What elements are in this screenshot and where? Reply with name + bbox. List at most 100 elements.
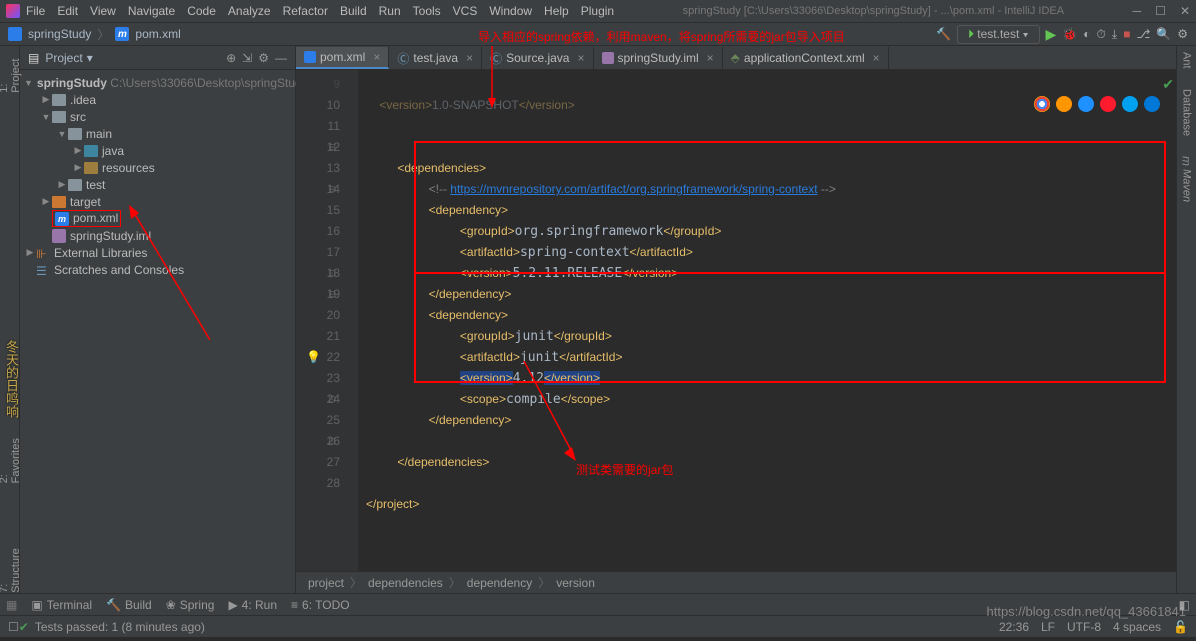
- crumb-deps[interactable]: dependencies: [368, 576, 443, 590]
- vertical-caption: 冬天的日鸣响: [2, 340, 21, 418]
- debug-button[interactable]: 🐞: [1062, 27, 1077, 41]
- sidebar-gear-icon[interactable]: ⚙: [258, 51, 269, 65]
- run-config-selector[interactable]: ⏵ test.test ▾: [957, 25, 1040, 44]
- browser-icons: [1034, 96, 1160, 112]
- opera-icon[interactable]: [1100, 96, 1116, 112]
- tab-source[interactable]: ⒸSource.java×: [482, 47, 593, 69]
- breadcrumb-project[interactable]: springStudy: [28, 27, 91, 41]
- profile-icon[interactable]: ⏱: [1097, 27, 1106, 42]
- tree-idea[interactable]: ▶.idea: [20, 91, 295, 108]
- coverage-icon[interactable]: ◐: [1083, 27, 1090, 41]
- editor-tabs: pom.xml× Ⓒtest.java× ⒸSource.java× sprin…: [296, 46, 1176, 70]
- annotation-box-2: [414, 272, 1166, 383]
- tree-root[interactable]: ▼springStudy C:\Users\33066\Desktop\spri…: [20, 74, 295, 91]
- editor-area: pom.xml× Ⓒtest.java× ⒸSource.java× sprin…: [296, 46, 1176, 593]
- tree-src[interactable]: ▼src: [20, 108, 295, 125]
- menu-analyze[interactable]: Analyze: [228, 4, 271, 18]
- right-tab-maven[interactable]: m Maven: [1180, 156, 1194, 202]
- left-tab-project[interactable]: 1: Project: [0, 52, 22, 93]
- tab-spring[interactable]: ❀ Spring: [166, 598, 215, 612]
- tab-appctx[interactable]: ⬘applicationContext.xml×: [723, 47, 889, 69]
- intention-bulb-icon[interactable]: 💡: [306, 347, 321, 368]
- caret-position[interactable]: 22:36: [999, 620, 1029, 634]
- code-content[interactable]: <version>1.0-SNAPSHOT</version> <depende…: [358, 70, 1176, 571]
- tree-pom[interactable]: mpom.xml: [20, 210, 295, 227]
- window-title: springStudy [C:\Users\33066\Desktop\spri…: [614, 5, 1133, 17]
- menu-tools[interactable]: Tools: [413, 4, 441, 18]
- firefox-icon[interactable]: [1056, 96, 1072, 112]
- tree-resources[interactable]: ▶resources: [20, 159, 295, 176]
- sidebar-hide-icon[interactable]: —: [275, 51, 287, 65]
- menu-view[interactable]: View: [90, 4, 116, 18]
- status-message: Tests passed: 1 (8 minutes ago): [35, 620, 205, 634]
- crumb-project[interactable]: project: [308, 576, 344, 590]
- right-tab-ant[interactable]: Ant: [1181, 52, 1193, 69]
- sidebar-view-selector[interactable]: Project ▾: [45, 51, 92, 65]
- project-icon: [8, 27, 22, 41]
- tests-ok-icon: ✔: [19, 620, 29, 634]
- attach-icon[interactable]: ⤓: [1112, 27, 1117, 42]
- hammer-icon[interactable]: 🔨: [936, 27, 951, 41]
- tree-java[interactable]: ▶java: [20, 142, 295, 159]
- tab-pom[interactable]: pom.xml×: [296, 47, 389, 69]
- tree-iml[interactable]: springStudy.iml: [20, 227, 295, 244]
- chrome-icon[interactable]: [1034, 96, 1050, 112]
- menu-plugin[interactable]: Plugin: [581, 4, 614, 18]
- menu-edit[interactable]: Edit: [57, 4, 78, 18]
- tab-terminal[interactable]: ▣ Terminal: [31, 598, 92, 612]
- indent-info[interactable]: 4 spaces: [1113, 620, 1161, 634]
- minimize-icon[interactable]: ─: [1133, 4, 1142, 18]
- bottom-tool-tabs: ▦ ▣ Terminal 🔨 Build ❀ Spring ▶ 4: Run ≡…: [0, 593, 1196, 615]
- menu-window[interactable]: Window: [489, 4, 532, 18]
- edge-icon[interactable]: [1144, 96, 1160, 112]
- tab-test[interactable]: Ⓒtest.java×: [389, 47, 482, 69]
- line-ending[interactable]: LF: [1041, 620, 1055, 634]
- status-toggle-icon[interactable]: ☐: [8, 620, 19, 634]
- crumb-version[interactable]: version: [556, 576, 595, 590]
- left-tab-favorites[interactable]: 2: Favorites: [0, 433, 22, 483]
- tree-main[interactable]: ▼main: [20, 125, 295, 142]
- right-tab-database[interactable]: Database: [1181, 89, 1193, 136]
- menu-navigate[interactable]: Navigate: [128, 4, 175, 18]
- tab-build[interactable]: 🔨 Build: [106, 598, 152, 612]
- tab-close-icon[interactable]: ×: [373, 50, 380, 64]
- tree-scratch[interactable]: ☰Scratches and Consoles: [20, 261, 295, 278]
- settings-icon[interactable]: ⚙: [1177, 27, 1188, 41]
- menu-run[interactable]: Run: [379, 4, 401, 18]
- tree-extlib[interactable]: ▶⊪External Libraries: [20, 244, 295, 261]
- tree-test[interactable]: ▶test: [20, 176, 295, 193]
- menu-code[interactable]: Code: [187, 4, 216, 18]
- search-icon[interactable]: 🔍: [1156, 27, 1171, 41]
- tab-run[interactable]: ▶ 4: Run: [228, 598, 277, 612]
- menu-build[interactable]: Build: [340, 4, 367, 18]
- ie-icon[interactable]: [1122, 96, 1138, 112]
- left-tool-strip: 1: Project 2: Favorites 7: Structure: [0, 46, 20, 593]
- crumb-dep[interactable]: dependency: [467, 576, 532, 590]
- code-editor[interactable]: 9 1011 12⊟ 13 14⊟ 151617 18⊡ 19⊟ 2021 22…: [296, 70, 1176, 571]
- close-icon[interactable]: ✕: [1180, 4, 1190, 18]
- menu-help[interactable]: Help: [544, 4, 569, 18]
- tree-target[interactable]: ▶target: [20, 193, 295, 210]
- select-opened-icon[interactable]: ⊕: [226, 51, 236, 65]
- readonly-lock-icon[interactable]: 🔓: [1173, 620, 1188, 634]
- annotation-box-1: [414, 141, 1166, 274]
- safari-icon[interactable]: [1078, 96, 1094, 112]
- menu-refactor[interactable]: Refactor: [283, 4, 328, 18]
- expand-icon[interactable]: ⇲: [242, 51, 252, 65]
- right-tool-strip: Ant Database m Maven: [1176, 46, 1196, 593]
- event-log-icon[interactable]: ◧: [1179, 598, 1190, 612]
- menu-vcs[interactable]: VCS: [453, 4, 478, 18]
- breadcrumb-file[interactable]: pom.xml: [135, 27, 180, 41]
- tab-iml[interactable]: springStudy.iml×: [594, 47, 723, 69]
- left-tab-structure[interactable]: 7: Structure: [0, 543, 22, 593]
- maximize-icon[interactable]: ☐: [1155, 4, 1166, 18]
- stop-icon[interactable]: ■: [1123, 27, 1130, 41]
- git-icon[interactable]: ⎇: [1136, 27, 1150, 41]
- analysis-ok-icon[interactable]: ✔: [1162, 74, 1174, 95]
- project-sidebar: ▤ Project ▾ ⊕ ⇲ ⚙ — ▼springStudy C:\User…: [20, 46, 296, 593]
- menu-file[interactable]: File: [26, 4, 45, 18]
- file-encoding[interactable]: UTF-8: [1067, 620, 1101, 634]
- tab-todo[interactable]: ≡ 6: TODO: [291, 598, 350, 612]
- run-button[interactable]: ▶: [1046, 26, 1057, 43]
- app-logo-icon: [6, 4, 20, 18]
